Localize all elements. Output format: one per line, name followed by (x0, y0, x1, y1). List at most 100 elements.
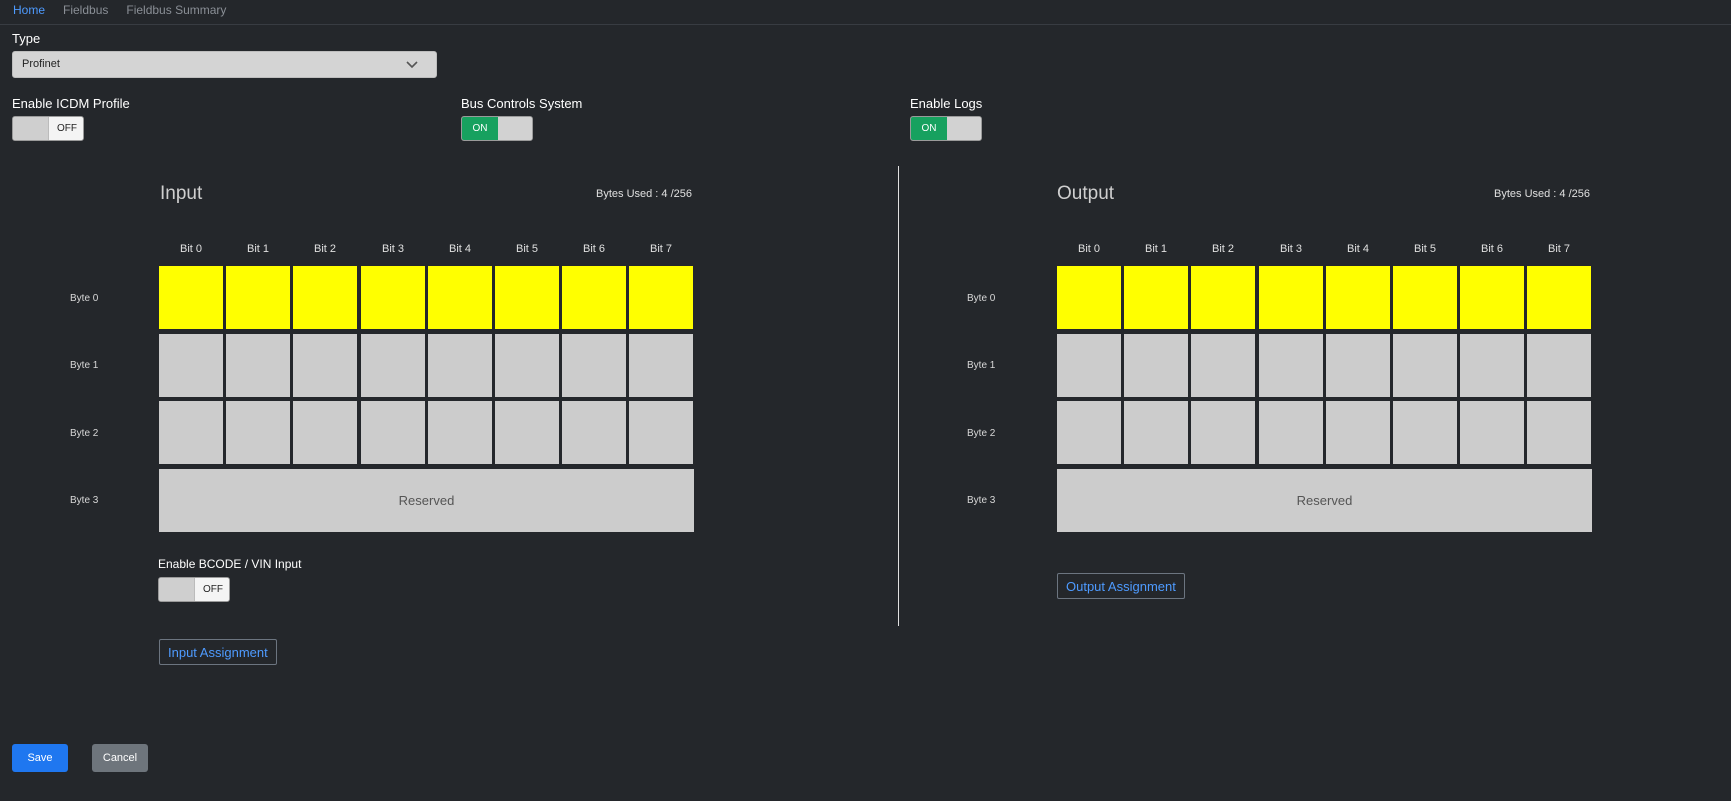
byte-label: Byte 0 (70, 293, 99, 304)
bit-cell[interactable] (1326, 266, 1390, 329)
bit-header: Bit 5 (1413, 243, 1436, 255)
bit-header: Bit 5 (515, 243, 538, 255)
type-label: Type (12, 31, 41, 46)
save-button[interactable]: Save (12, 744, 68, 772)
tab-fieldbus-summary[interactable]: Fieldbus Summary (126, 3, 226, 17)
bit-cell[interactable] (159, 401, 223, 464)
toggle-knob (947, 117, 981, 140)
bit-cell[interactable] (1527, 334, 1591, 397)
output-bytes-used: Bytes Used : 4 /256 (1494, 188, 1590, 200)
bit-cell[interactable] (1259, 401, 1323, 464)
bit-cell[interactable] (629, 401, 693, 464)
bit-header: Bit 1 (1144, 243, 1167, 255)
toggle-state: OFF (195, 578, 229, 601)
toggle-knob (498, 117, 532, 140)
bit-cell[interactable] (495, 266, 559, 329)
bit-cell[interactable] (428, 334, 492, 397)
bit-cell[interactable] (495, 401, 559, 464)
bit-header: Bit 3 (381, 243, 404, 255)
top-tabs: Home Fieldbus Fieldbus Summary (0, 0, 1731, 25)
toggle-state: OFF (49, 117, 83, 140)
bit-cell[interactable] (1057, 334, 1121, 397)
bit-cell[interactable] (1326, 334, 1390, 397)
bit-header: Bit 6 (582, 243, 605, 255)
bit-cell[interactable] (361, 401, 425, 464)
enable-logs-label: Enable Logs (910, 96, 983, 111)
tab-home[interactable]: Home (13, 3, 45, 17)
bit-header: Bit 7 (649, 243, 672, 255)
toggle-state: ON (462, 117, 498, 140)
bit-cell[interactable] (1124, 401, 1188, 464)
byte-label: Byte 1 (967, 360, 996, 371)
toggle-state: ON (911, 117, 947, 140)
bit-header: Bit 2 (313, 243, 336, 255)
bit-cell[interactable] (293, 266, 357, 329)
bit-cell[interactable] (1191, 334, 1255, 397)
bit-header: Bit 7 (1547, 243, 1570, 255)
bit-cell[interactable] (226, 266, 290, 329)
bit-cell[interactable] (1124, 266, 1188, 329)
bit-cell[interactable] (1460, 401, 1524, 464)
bit-cell[interactable] (1191, 266, 1255, 329)
output-assignment-button[interactable]: Output Assignment (1057, 573, 1185, 599)
bit-header: Bit 4 (1346, 243, 1369, 255)
tab-fieldbus[interactable]: Fieldbus (63, 3, 108, 17)
bit-cell[interactable] (1326, 401, 1390, 464)
bit-cell[interactable] (1460, 334, 1524, 397)
panel-divider (898, 166, 899, 626)
input-bytes-used: Bytes Used : 4 /256 (596, 188, 692, 200)
byte-label: Byte 2 (967, 428, 996, 439)
bit-cell[interactable] (1191, 401, 1255, 464)
input-assignment-button[interactable]: Input Assignment (159, 639, 277, 665)
bit-cell[interactable] (629, 266, 693, 329)
bit-cell[interactable] (159, 266, 223, 329)
chevron-down-icon (406, 61, 418, 69)
bit-header: Bit 1 (246, 243, 269, 255)
icdm-label: Enable ICDM Profile (12, 96, 130, 111)
bit-cell[interactable] (1393, 334, 1457, 397)
bit-cell[interactable] (428, 401, 492, 464)
byte-label: Byte 2 (70, 428, 99, 439)
enable-logs-toggle[interactable]: ON (910, 116, 982, 141)
bit-cell[interactable] (1057, 266, 1121, 329)
bit-cell[interactable] (226, 401, 290, 464)
cancel-button[interactable]: Cancel (92, 744, 148, 772)
bit-cell[interactable] (1527, 266, 1591, 329)
input-title: Input (160, 183, 203, 204)
bit-cell[interactable] (1057, 401, 1121, 464)
bit-cell[interactable] (428, 266, 492, 329)
bit-cell[interactable] (159, 334, 223, 397)
type-select[interactable]: Profinet (12, 51, 437, 78)
bit-cell[interactable] (226, 334, 290, 397)
bit-cell[interactable] (495, 334, 559, 397)
bit-cell[interactable] (1393, 266, 1457, 329)
bit-cell[interactable] (293, 401, 357, 464)
bit-cell[interactable] (562, 334, 626, 397)
reserved-row: Reserved (159, 469, 694, 532)
bit-cell[interactable] (1460, 266, 1524, 329)
toggle-knob (159, 578, 195, 601)
bit-cell[interactable] (562, 266, 626, 329)
byte-label: Byte 0 (967, 293, 996, 304)
bit-cell[interactable] (361, 334, 425, 397)
byte-label: Byte 1 (70, 360, 99, 371)
bit-cell[interactable] (361, 266, 425, 329)
bit-header: Bit 2 (1211, 243, 1234, 255)
bit-cell[interactable] (1259, 334, 1323, 397)
icdm-toggle[interactable]: OFF (12, 116, 84, 141)
bus-controls-toggle[interactable]: ON (461, 116, 533, 141)
bit-header: Bit 6 (1480, 243, 1503, 255)
bus-controls-label: Bus Controls System (461, 96, 583, 111)
bit-cell[interactable] (629, 334, 693, 397)
bit-header: Bit 0 (179, 243, 202, 255)
bit-cell[interactable] (1527, 401, 1591, 464)
bcode-toggle[interactable]: OFF (158, 577, 230, 602)
bit-cell[interactable] (1393, 401, 1457, 464)
bit-header: Bit 4 (448, 243, 471, 255)
bit-cell[interactable] (1259, 266, 1323, 329)
bit-cell[interactable] (562, 401, 626, 464)
type-select-value: Profinet (22, 58, 60, 70)
bit-header: Bit 0 (1077, 243, 1100, 255)
bit-cell[interactable] (1124, 334, 1188, 397)
bit-cell[interactable] (293, 334, 357, 397)
